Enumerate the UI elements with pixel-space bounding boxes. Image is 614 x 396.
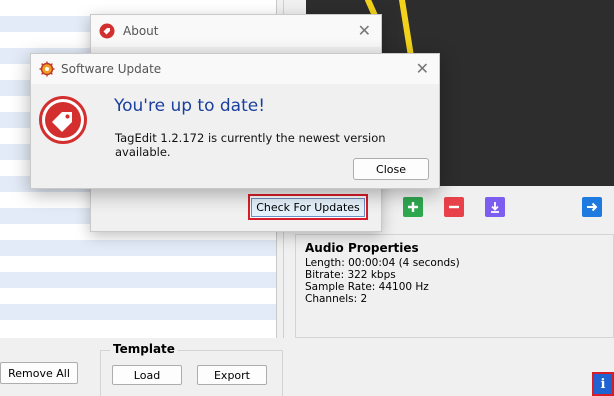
update-gear-icon: [39, 61, 55, 77]
close-button[interactable]: Close: [353, 158, 429, 180]
audio-bitrate: Bitrate: 322 kbps: [305, 269, 396, 281]
about-titlebar: About: [91, 15, 381, 47]
about-title: About: [123, 24, 159, 38]
tag-logo-icon: [99, 23, 115, 39]
download-artwork-button[interactable]: [485, 197, 505, 217]
next-artwork-button[interactable]: [582, 197, 602, 217]
update-close-icon[interactable]: ✕: [416, 59, 429, 78]
info-button[interactable]: i: [592, 372, 614, 396]
download-icon: [491, 202, 499, 213]
list-item[interactable]: [0, 240, 276, 256]
plus-icon: [408, 202, 418, 212]
check-for-updates-label: Check For Updates: [251, 197, 365, 217]
update-message: TagEdit 1.2.172 is currently the newest …: [115, 131, 386, 159]
list-item[interactable]: [0, 320, 276, 336]
audio-length: Length: 00:00:04 (4 seconds): [305, 257, 460, 269]
export-template-button[interactable]: Export: [197, 365, 267, 385]
update-titlebar: Software Update: [31, 54, 439, 84]
audio-channels: Channels: 2: [305, 293, 368, 305]
list-item[interactable]: [0, 304, 276, 320]
audio-sample-rate: Sample Rate: 44100 Hz: [305, 281, 429, 293]
about-close-icon[interactable]: ✕: [358, 21, 371, 40]
load-template-button[interactable]: Load: [112, 365, 182, 385]
audio-properties-panel: Audio Properties Length: 00:00:04 (4 sec…: [295, 234, 614, 338]
remove-artwork-button[interactable]: [444, 197, 464, 217]
tag-logo-icon: [39, 96, 87, 144]
update-heading: You're up to date!: [114, 96, 266, 116]
list-item[interactable]: [0, 288, 276, 304]
add-artwork-button[interactable]: [403, 197, 423, 217]
list-item[interactable]: [0, 256, 276, 272]
check-for-updates-button[interactable]: Check For Updates: [248, 194, 368, 220]
list-item[interactable]: [0, 272, 276, 288]
remove-all-button[interactable]: Remove All: [0, 362, 78, 384]
arrow-right-icon: [587, 202, 598, 212]
update-title: Software Update: [61, 62, 162, 76]
audio-properties-title: Audio Properties: [305, 241, 419, 255]
software-update-dialog: Software Update ✕ You're up to date! Tag…: [30, 53, 440, 189]
minus-icon: [449, 205, 459, 209]
template-group-label: Template: [110, 342, 178, 356]
